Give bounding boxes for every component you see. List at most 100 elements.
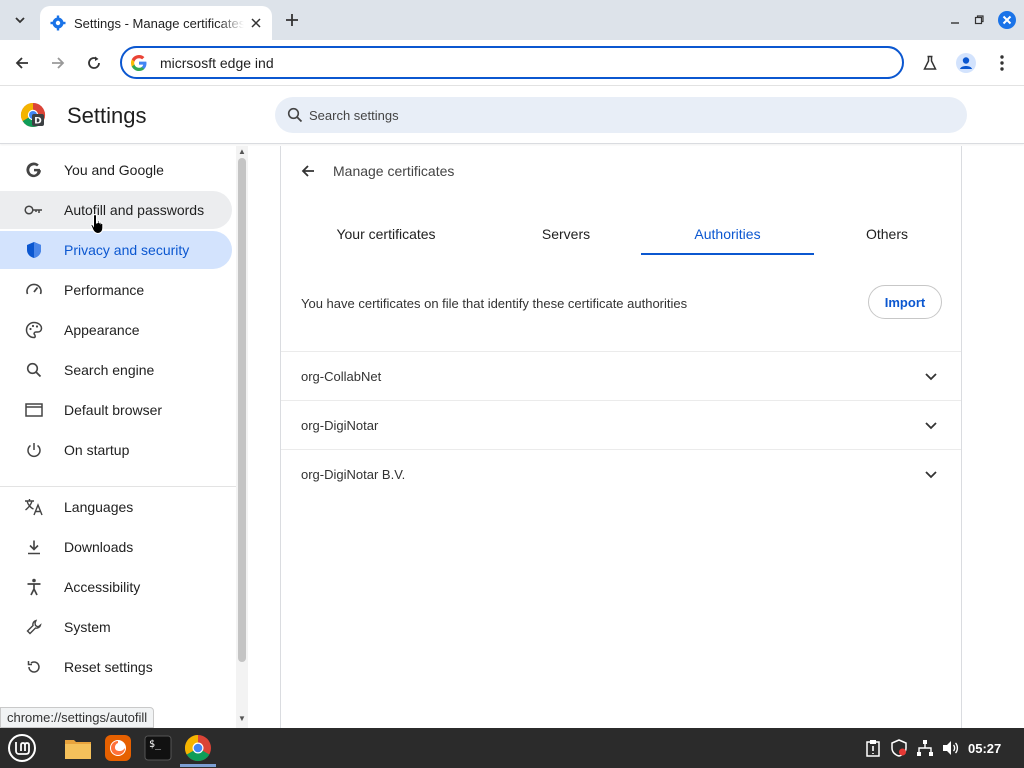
sidebar-divider — [0, 486, 236, 487]
google-icon — [24, 160, 44, 180]
address-bar[interactable]: micrsosft edge ind — [120, 46, 904, 79]
volume-tray-icon[interactable] — [942, 739, 960, 757]
sidebar-item-label: You and Google — [64, 162, 164, 178]
certificate-row[interactable]: org-DigiNotar — [281, 401, 961, 449]
address-bar-text: micrsosft edge ind — [160, 54, 274, 71]
clipboard-tray-icon[interactable] — [864, 739, 882, 757]
hand-cursor-icon — [90, 213, 104, 235]
chevron-down-icon[interactable] — [923, 466, 939, 482]
tab-close-button[interactable] — [246, 13, 266, 33]
browser-toolbar: micrsosft edge ind — [0, 40, 1024, 86]
gauge-icon — [24, 280, 44, 300]
tab-your-certificates[interactable]: Your certificates — [301, 226, 471, 256]
back-button[interactable] — [8, 49, 36, 77]
sidebar-item-on-startup[interactable]: On startup — [0, 431, 232, 469]
chevron-down-icon[interactable] — [923, 417, 939, 433]
forward-button[interactable] — [44, 49, 72, 77]
sidebar-item-you-and-google[interactable]: You and Google — [0, 151, 232, 189]
sidebar-item-performance[interactable]: Performance — [0, 271, 232, 309]
settings-header: D Settings Search settings — [0, 86, 1024, 144]
sidebar-item-label: Autofill and passwords — [64, 202, 205, 218]
close-circle-icon — [998, 11, 1016, 29]
palette-icon — [24, 320, 44, 340]
sidebar-item-languages[interactable]: Languages — [0, 488, 232, 526]
maximize-button[interactable] — [968, 9, 990, 31]
sidebar-item-accessibility[interactable]: Accessibility — [0, 568, 232, 606]
flask-icon — [923, 55, 937, 70]
sidebar-scrollbar[interactable]: ▲ ▼ — [236, 146, 248, 728]
sidebar-item-label: Search engine — [64, 362, 155, 378]
sidebar-item-reset-settings[interactable]: Reset settings — [0, 648, 232, 686]
power-icon — [24, 440, 44, 460]
sidebar-item-downloads[interactable]: Downloads — [0, 528, 232, 566]
tab-authorities[interactable]: Authorities — [641, 226, 814, 256]
tab-others[interactable]: Others — [801, 226, 973, 256]
kebab-menu-icon — [1000, 55, 1004, 71]
new-tab-button[interactable] — [280, 8, 304, 32]
search-placeholder: Search settings — [309, 107, 399, 123]
tab-servers[interactable]: Servers — [481, 226, 651, 256]
shield-tray-icon[interactable] — [890, 739, 908, 757]
sidebar-item-label: System — [64, 619, 111, 635]
minimize-icon — [951, 22, 959, 24]
plus-icon — [286, 14, 298, 26]
download-icon — [24, 537, 44, 557]
scroll-up-icon[interactable]: ▲ — [237, 147, 247, 157]
sidebar-item-label: On startup — [64, 442, 130, 458]
google-g-icon — [131, 54, 147, 71]
chevron-down-icon[interactable] — [923, 368, 939, 384]
back-button[interactable] — [297, 160, 319, 182]
sidebar-item-autofill[interactable]: Autofill and passwords — [0, 191, 232, 229]
browser-tab-settings[interactable]: Settings - Manage certificates — [40, 6, 272, 40]
wrench-icon — [24, 617, 44, 637]
key-icon — [24, 200, 44, 220]
sidebar-item-label: Appearance — [64, 322, 140, 338]
tab-strip: Settings - Manage certificates — [0, 0, 1024, 40]
gear-icon — [50, 15, 66, 31]
status-bubble-url: chrome://settings/autofill — [0, 707, 155, 728]
files-launcher[interactable] — [62, 732, 94, 764]
scroll-down-icon[interactable]: ▼ — [237, 714, 247, 724]
import-button[interactable]: Import — [868, 285, 942, 319]
sidebar-item-default-browser[interactable]: Default browser — [0, 391, 232, 429]
menu-button[interactable] — [988, 49, 1016, 77]
certificate-row[interactable]: org-CollabNet — [281, 352, 961, 400]
arrow-left-icon — [15, 57, 28, 69]
sidebar-item-label: Privacy and security — [64, 242, 190, 258]
settings-search-input[interactable]: Search settings — [275, 97, 967, 133]
authorities-description: You have certificates on file that ident… — [301, 296, 688, 311]
certificate-name: org-DigiNotar — [301, 417, 379, 433]
svg-text:D: D — [34, 117, 41, 127]
sidebar-item-label: Accessibility — [64, 579, 141, 595]
labs-button[interactable] — [916, 49, 944, 77]
browser-window-icon — [24, 400, 44, 420]
linux-mint-logo-icon — [8, 734, 36, 762]
minimize-button[interactable] — [944, 9, 966, 31]
terminal-launcher[interactable]: $_ — [142, 732, 174, 764]
profile-button[interactable] — [952, 49, 980, 77]
sidebar-item-privacy[interactable]: Privacy and security — [0, 231, 232, 269]
firefox-icon — [105, 735, 131, 761]
system-clock[interactable]: 05:27 — [968, 741, 1001, 756]
certificate-row[interactable]: org-DigiNotar B.V. — [281, 450, 961, 498]
tab-search-button[interactable] — [6, 6, 34, 34]
arrow-right-icon — [52, 57, 65, 69]
search-icon — [287, 107, 303, 123]
accessibility-icon — [24, 577, 44, 597]
scrollbar-thumb[interactable] — [238, 158, 246, 662]
terminal-icon: $_ — [144, 735, 172, 761]
sidebar-item-search-engine[interactable]: Search engine — [0, 351, 232, 389]
close-window-button[interactable] — [996, 9, 1018, 31]
search-icon — [24, 360, 44, 380]
active-tab-indicator — [641, 253, 814, 255]
sidebar-item-appearance[interactable]: Appearance — [0, 311, 232, 349]
firefox-launcher[interactable] — [102, 732, 134, 764]
chrome-launcher[interactable] — [182, 732, 214, 764]
start-menu-button[interactable] — [6, 732, 38, 764]
network-tray-icon[interactable] — [916, 739, 934, 757]
settings-sidebar: You and Google Autofill and passwords Pr… — [0, 146, 236, 728]
subpage-title: Manage certificates — [333, 163, 455, 179]
sidebar-item-system[interactable]: System — [0, 608, 232, 646]
reload-button[interactable] — [80, 49, 108, 77]
reload-icon — [88, 56, 100, 69]
